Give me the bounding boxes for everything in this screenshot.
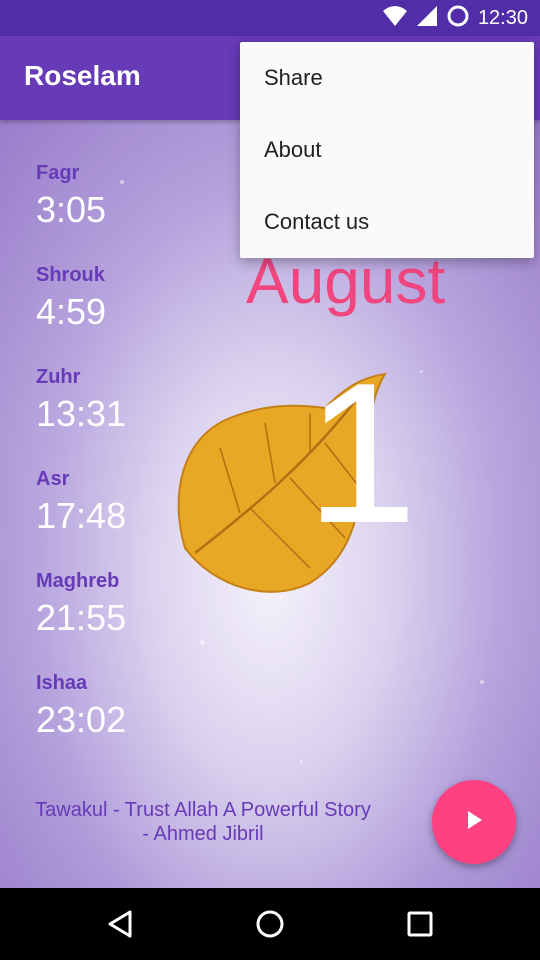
- home-button[interactable]: [252, 906, 288, 942]
- prayer-item-maghreb: Maghreb 21:55: [36, 566, 126, 668]
- prayer-time: 21:55: [36, 597, 127, 638]
- prayer-name: Maghreb: [36, 570, 120, 592]
- snow-speck: [300, 760, 303, 763]
- prayer-name: Fagr: [36, 162, 80, 184]
- home-icon: [256, 910, 284, 938]
- snow-speck: [420, 370, 423, 373]
- track-artist: - Ahmed Jibril: [142, 823, 264, 845]
- status-icons: 12:30: [382, 4, 528, 33]
- track-title: Tawakul - Trust Allah A Powerful Story: [35, 799, 371, 821]
- prayer-times-list: Fagr 3:05 Shrouk 4:59 Zuhr 13:31 Asr 17:…: [36, 158, 126, 770]
- recents-button[interactable]: [402, 906, 438, 942]
- prayer-name: Ishaa: [36, 672, 88, 694]
- prayer-name: Asr: [36, 468, 70, 490]
- prayer-time: 3:05: [36, 189, 107, 230]
- day-number: 1: [306, 342, 418, 565]
- play-icon: [462, 808, 486, 837]
- wifi-icon: [382, 5, 408, 32]
- prayer-time: 4:59: [36, 291, 107, 332]
- prayer-name: Zuhr: [36, 366, 81, 388]
- prayer-item-zuhr: Zuhr 13:31: [36, 362, 126, 464]
- status-bar: 12:30: [0, 0, 540, 36]
- recents-icon: [407, 911, 433, 937]
- menu-item-share[interactable]: Share: [240, 42, 534, 114]
- prayer-item-shrouk: Shrouk 4:59: [36, 260, 126, 362]
- prayer-item-ishaa: Ishaa 23:02: [36, 668, 126, 770]
- menu-item-contact-us[interactable]: Contact us: [240, 186, 534, 258]
- menu-item-about[interactable]: About: [240, 114, 534, 186]
- back-button[interactable]: [102, 906, 138, 942]
- snow-speck: [480, 680, 484, 684]
- navigation-bar: [0, 888, 540, 960]
- overflow-menu: Share About Contact us: [240, 42, 534, 258]
- snow-speck: [200, 640, 205, 645]
- play-button[interactable]: [432, 780, 516, 864]
- prayer-name: Shrouk: [36, 264, 105, 286]
- prayer-time: 23:02: [36, 699, 127, 740]
- prayer-item-asr: Asr 17:48: [36, 464, 126, 566]
- prayer-time: 13:31: [36, 393, 127, 434]
- prayer-item-fagr: Fagr 3:05: [36, 158, 126, 260]
- status-time: 12:30: [477, 6, 528, 29]
- battery-icon: [446, 4, 470, 33]
- now-playing-track: Tawakul - Trust Allah A Powerful Story -…: [20, 798, 386, 846]
- prayer-time: 17:48: [36, 495, 127, 536]
- app-title: Roselam: [24, 60, 141, 91]
- signal-icon: [416, 5, 438, 32]
- back-icon: [108, 910, 132, 938]
